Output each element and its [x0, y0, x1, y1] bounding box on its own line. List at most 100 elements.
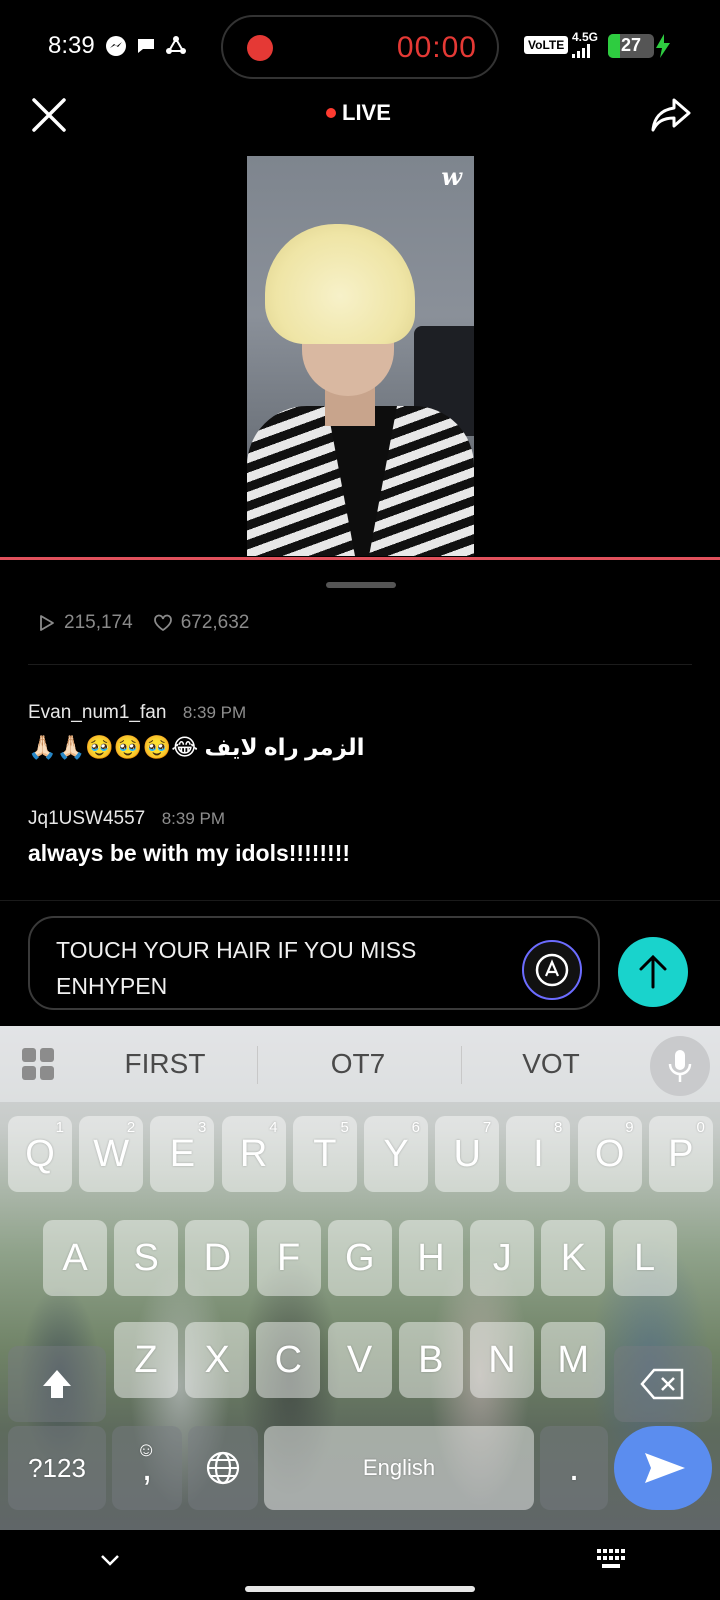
key-number-hint: 3 [198, 1119, 207, 1136]
play-icon [40, 615, 54, 631]
suggestion-3[interactable]: VOT [466, 1048, 636, 1080]
key-label: W [93, 1133, 130, 1175]
key-w[interactable]: W2 [79, 1116, 144, 1192]
key-j[interactable]: J [470, 1220, 535, 1296]
key-d[interactable]: D [185, 1220, 250, 1296]
chat-icon [138, 39, 154, 53]
microphone-icon [668, 1050, 692, 1082]
comment-item[interactable]: Evan_num1_fan 8:39 PM الزمر راه لايف 😂🥹🥹… [28, 702, 364, 761]
comment-user[interactable]: Evan_num1_fan [28, 702, 166, 723]
notification-icons [104, 34, 188, 58]
key-g[interactable]: G [327, 1220, 392, 1296]
suggestion-bar: FIRST OT7 VOT [0, 1026, 720, 1102]
period-key[interactable]: . [540, 1426, 608, 1510]
key-x[interactable]: X [185, 1322, 250, 1398]
volte-badge: VoLTE [524, 36, 569, 54]
home-gesture-pill[interactable] [245, 1586, 475, 1592]
suggestion-1[interactable]: FIRST [80, 1048, 250, 1080]
battery-level: 27 [620, 35, 642, 55]
close-icon[interactable] [30, 96, 68, 134]
key-n[interactable]: N [470, 1322, 534, 1398]
language-key[interactable] [188, 1426, 258, 1510]
soft-keyboard: FIRST OT7 VOT Q1W2E3R4T5Y6U7I8O9P0 ASDFG… [0, 1026, 720, 1530]
share-it-icon [166, 36, 186, 54]
comment-text: الزمر راه لايف 😂🥹🥹🥹🙏🏻🙏🏻 [28, 734, 365, 760]
backspace-icon [640, 1368, 684, 1400]
key-label: E [169, 1133, 196, 1175]
key-s[interactable]: S [114, 1220, 179, 1296]
key-number-hint: 8 [554, 1119, 563, 1136]
shift-key[interactable] [8, 1346, 106, 1422]
screen-recorder-pill[interactable]: 00:00 [221, 15, 499, 79]
status-bar: 8:39 00:00 VoLTE 4.5G 27 [0, 0, 720, 96]
key-b[interactable]: B [398, 1322, 463, 1398]
comment-time: 8:39 PM [182, 703, 247, 722]
suggestion-2[interactable]: OT7 [273, 1048, 443, 1080]
space-key[interactable]: English [264, 1426, 534, 1510]
key-e[interactable]: E3 [150, 1116, 215, 1192]
keyboard-switch-icon[interactable] [596, 1548, 626, 1570]
drag-handle[interactable] [326, 582, 396, 588]
comment-input[interactable]: TOUCH YOUR HAIR IF YOU MISS ENHYPEN [28, 916, 600, 1010]
comment-item[interactable]: Jq1USW4557 8:39 PM always be with my ido… [28, 808, 350, 867]
send-button[interactable] [618, 937, 688, 1007]
key-y[interactable]: Y6 [364, 1116, 428, 1192]
video-hair [265, 224, 415, 344]
comment-text: always be with my idols!!!!!!!! [28, 840, 351, 866]
network-type: 4.5G [572, 30, 599, 44]
hide-keyboard-icon[interactable] [98, 1548, 122, 1572]
send-enter-key[interactable] [614, 1426, 712, 1510]
share-icon[interactable] [650, 96, 692, 134]
key-number-hint: 7 [482, 1119, 492, 1136]
key-k[interactable]: K [541, 1220, 606, 1296]
key-label: Y [383, 1133, 409, 1175]
key-c[interactable]: C [256, 1322, 321, 1398]
network-label: 4.5G [572, 30, 598, 58]
backspace-key[interactable] [614, 1346, 712, 1422]
live-label: LIVE [342, 100, 391, 125]
live-progress-bar [0, 557, 720, 560]
key-t[interactable]: T5 [292, 1116, 357, 1192]
key-number-hint: 6 [411, 1119, 420, 1136]
key-i[interactable]: I8 [506, 1116, 571, 1192]
like-count: 672,632 [180, 612, 250, 633]
key-u[interactable]: U7 [435, 1116, 500, 1192]
key-o[interactable]: O9 [577, 1116, 642, 1192]
shift-icon [43, 1370, 71, 1398]
key-f[interactable]: F [256, 1220, 321, 1296]
send-icon [645, 1453, 685, 1483]
key-v[interactable]: V [327, 1322, 392, 1398]
translate-button[interactable] [522, 940, 582, 1000]
keyboard-apps-icon[interactable] [20, 1046, 56, 1082]
key-label: O [594, 1133, 625, 1175]
key-label: Q [25, 1133, 55, 1175]
key-a[interactable]: A [43, 1220, 107, 1296]
key-label: T [313, 1133, 337, 1175]
divider [28, 664, 692, 665]
key-number-hint: 0 [696, 1119, 705, 1136]
key-p[interactable]: P0 [648, 1116, 713, 1192]
live-indicator: LIVE [326, 100, 391, 126]
key-r[interactable]: R4 [221, 1116, 286, 1192]
key-number-hint: 2 [126, 1119, 136, 1136]
emoji-hint-icon: ☺ [136, 1439, 157, 1461]
battery-icon: 27 [608, 34, 654, 58]
emoji-comma-key[interactable]: ☺ , [112, 1426, 182, 1510]
key-z[interactable]: Z [114, 1322, 178, 1398]
key-label: I [533, 1133, 544, 1175]
status-time: 8:39 [48, 32, 95, 59]
live-video[interactable]: w [247, 156, 474, 556]
key-m[interactable]: M [541, 1322, 606, 1398]
recording-timer: 00:00 [396, 31, 477, 64]
live-dot [326, 108, 336, 118]
key-q[interactable]: Q1 [8, 1116, 72, 1192]
stream-stats: 215,174 672,632 [36, 612, 249, 634]
signal-icon [572, 44, 590, 58]
key-number-hint: 5 [340, 1119, 349, 1136]
comment-time: 8:39 PM [161, 809, 225, 828]
key-l[interactable]: L [612, 1220, 677, 1296]
symbols-key[interactable]: ?123 [8, 1426, 106, 1510]
key-h[interactable]: H [399, 1220, 463, 1296]
voice-input-button[interactable] [650, 1036, 710, 1096]
comment-user[interactable]: Jq1USW4557 [28, 808, 145, 829]
